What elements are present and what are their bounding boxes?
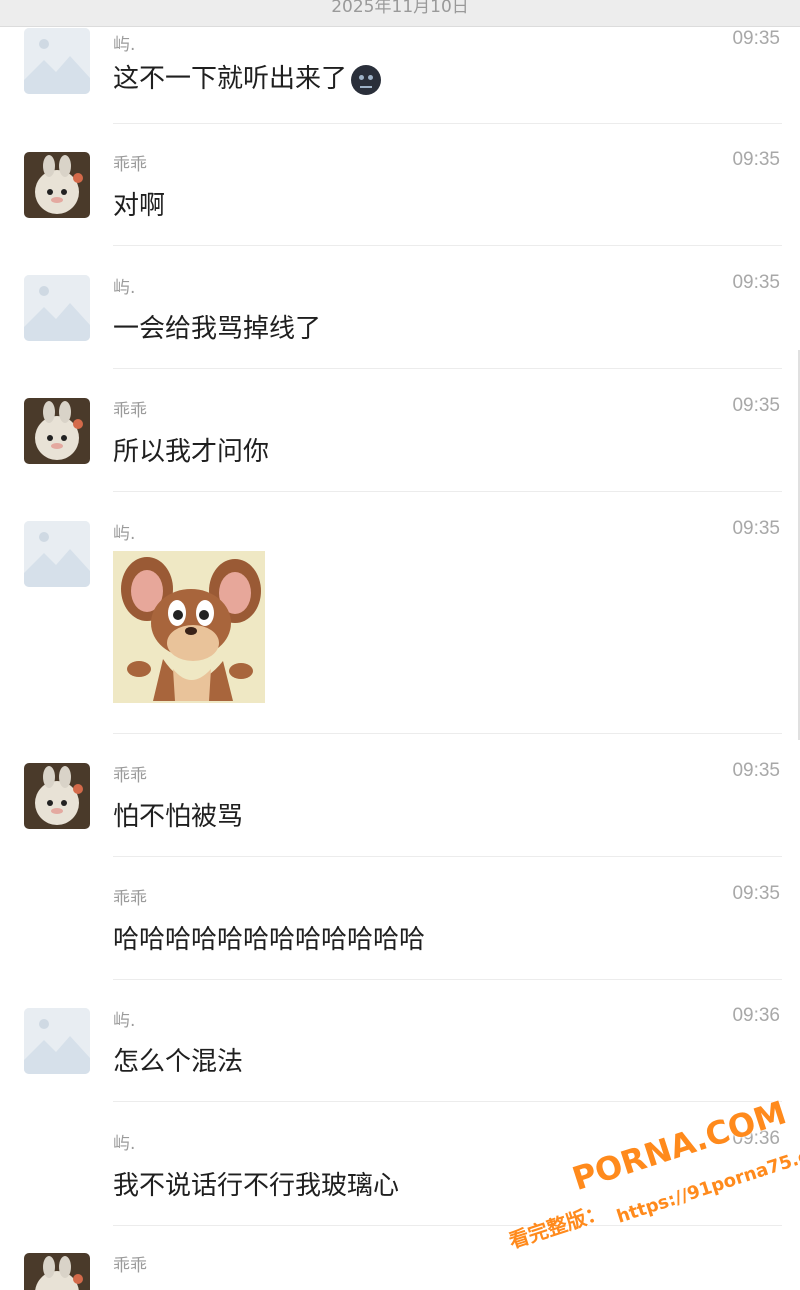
chat-message[interactable]: 乖乖 xyxy=(0,1227,800,1290)
sender-name: 屿. xyxy=(113,278,136,298)
message-text: 哈哈哈哈哈哈哈哈哈哈哈哈 xyxy=(113,925,426,955)
chat-message[interactable]: 乖乖 09:35 哈哈哈哈哈哈哈哈哈哈哈哈 xyxy=(0,858,800,981)
chat-message[interactable]: 乖乖 09:35 对啊 xyxy=(0,124,800,247)
divider xyxy=(113,856,782,857)
chat-message[interactable]: 屿. 09:36 我不说话行不行我玻璃心 xyxy=(0,1103,800,1227)
chat-message[interactable]: 屿. 09:35 一会给我骂掉线了 xyxy=(0,247,800,370)
message-text: 怎么个混法 xyxy=(113,1047,244,1077)
avatar-toy-icon[interactable] xyxy=(24,398,90,464)
divider xyxy=(113,979,782,980)
avatar-placeholder-icon[interactable] xyxy=(24,521,90,587)
avatar-placeholder-icon[interactable] xyxy=(24,275,90,341)
dark-moon-face-icon xyxy=(351,64,382,95)
message-time: 09:35 xyxy=(732,272,780,293)
message-time: 09:35 xyxy=(732,518,780,539)
divider xyxy=(113,1101,782,1102)
sender-name: 屿. xyxy=(113,524,136,544)
chat-message[interactable]: 乖乖 09:35 所以我才问你 xyxy=(0,370,800,493)
message-time: 09:35 xyxy=(732,883,780,904)
sender-name: 屿. xyxy=(113,1011,136,1031)
message-text: 对啊 xyxy=(113,191,166,221)
sender-name: 乖乖 xyxy=(113,155,147,175)
sender-name: 屿. xyxy=(113,1134,136,1154)
avatar-toy-icon[interactable] xyxy=(24,1253,90,1290)
sender-name: 屿. xyxy=(113,35,136,55)
sender-name: 乖乖 xyxy=(113,889,147,909)
message-text: 一会给我骂掉线了 xyxy=(113,314,322,344)
chat-message[interactable]: 乖乖 09:35 怕不怕被骂 xyxy=(0,735,800,858)
chat-message[interactable]: 屿. 09:36 怎么个混法 xyxy=(0,981,800,1103)
divider xyxy=(113,1225,782,1226)
avatar-toy-icon[interactable] xyxy=(24,152,90,218)
avatar-placeholder-icon[interactable] xyxy=(24,1008,90,1074)
divider xyxy=(113,368,782,369)
message-time: 09:35 xyxy=(732,395,780,416)
chat-message[interactable]: 屿. 09:35 xyxy=(0,493,800,735)
message-time: 09:36 xyxy=(732,1128,780,1149)
message-text: 所以我才问你 xyxy=(113,437,270,467)
divider xyxy=(113,245,782,246)
jerry-mouse-sticker-icon[interactable] xyxy=(113,551,265,703)
message-time: 09:35 xyxy=(732,28,780,49)
date-header: 2025年11月10日 xyxy=(0,0,800,27)
chat-message[interactable]: 屿. 09:35 这不一下就听出来了 xyxy=(0,26,800,124)
message-time: 09:35 xyxy=(732,760,780,781)
avatar-placeholder-icon[interactable] xyxy=(24,28,90,94)
chat-date: 2025年11月10日 xyxy=(331,0,469,17)
sender-name: 乖乖 xyxy=(113,766,147,786)
message-time: 09:36 xyxy=(732,1005,780,1026)
message-text: 这不一下就听出来了 xyxy=(113,58,382,95)
divider xyxy=(113,733,782,734)
avatar-toy-icon[interactable] xyxy=(24,763,90,829)
message-time: 09:35 xyxy=(732,149,780,170)
message-text: 我不说话行不行我玻璃心 xyxy=(113,1171,400,1201)
sender-name: 乖乖 xyxy=(113,401,147,421)
message-text-content: 这不一下就听出来了 xyxy=(113,64,348,94)
message-text: 怕不怕被骂 xyxy=(113,802,244,832)
sender-name: 乖乖 xyxy=(113,1256,147,1276)
divider xyxy=(113,491,782,492)
